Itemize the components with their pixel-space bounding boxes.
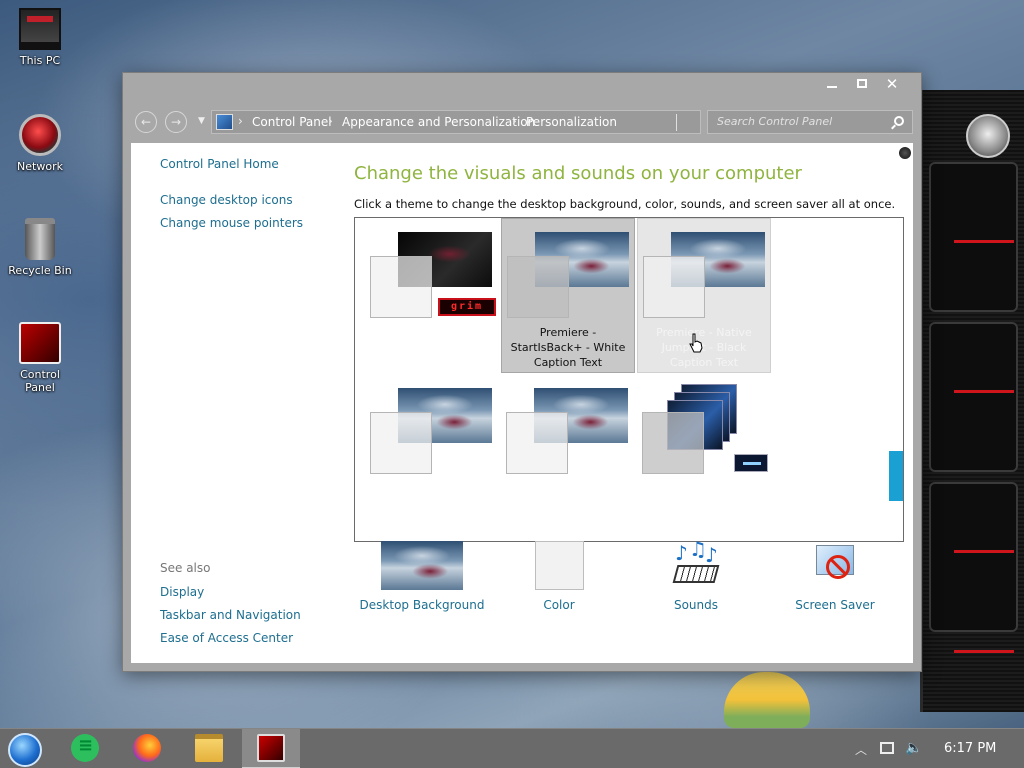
computer-icon xyxy=(19,8,61,50)
color-swatch xyxy=(534,541,584,590)
personalization-window: ✕ ← → ▼ › Control Panel › Appearance and… xyxy=(122,72,922,672)
sounds-button[interactable]: ♪ ♫ ♪ Sounds xyxy=(631,537,761,612)
breadcrumb-appearance[interactable]: Appearance and Personalization xyxy=(342,115,535,129)
start-button[interactable] xyxy=(0,729,58,768)
taskbar-firefox[interactable] xyxy=(118,729,176,768)
desktop-icon-label: Network xyxy=(17,160,63,173)
theme-label: Premiere - StartIsBack+ - White Caption … xyxy=(510,326,626,369)
close-icon: ✕ xyxy=(885,75,899,93)
recent-locations-chevron-icon[interactable]: ▼ xyxy=(198,116,205,126)
navigation-bar: ← → ▼ › Control Panel › Appearance and P… xyxy=(123,109,921,135)
theme-screen-saver-preview xyxy=(734,454,768,472)
link-change-mouse-pointers[interactable]: Change mouse pointers xyxy=(160,216,303,230)
taskbar: ︿ 🔈 6:17 PM xyxy=(0,728,1024,768)
control-panel-icon xyxy=(257,734,285,762)
address-divider xyxy=(676,114,677,131)
link-change-desktop-icons[interactable]: Change desktop icons xyxy=(160,193,293,207)
volume-icon[interactable]: 🔈 xyxy=(905,740,922,756)
desktop-icon-this-pc[interactable]: This PC xyxy=(4,8,76,67)
chevron-right-icon: › xyxy=(238,114,243,128)
theme-item[interactable] xyxy=(637,380,771,535)
theme-color-preview xyxy=(507,256,569,318)
maximize-icon xyxy=(857,79,867,88)
link-ease-of-access[interactable]: Ease of Access Center xyxy=(160,631,293,645)
link-display[interactable]: Display xyxy=(160,585,204,599)
theme-item[interactable]: grim xyxy=(365,224,499,379)
screen-saver-icon xyxy=(810,541,860,590)
alien-logo-icon xyxy=(966,114,1010,158)
control-panel-icon xyxy=(19,322,61,364)
breadcrumb-control-panel[interactable]: Control Panel xyxy=(252,115,332,129)
theme-item[interactable] xyxy=(365,380,499,535)
arrow-right-icon: → xyxy=(170,115,182,129)
hand-cursor-icon xyxy=(689,333,703,353)
taskbar-control-panel[interactable] xyxy=(242,729,300,768)
link-control-panel-home[interactable]: Control Panel Home xyxy=(160,157,279,171)
theme-label: Premiere - Native Jumplist - Black Capti… xyxy=(656,326,752,369)
theme-color-preview xyxy=(643,256,705,318)
theme-color-preview xyxy=(642,412,704,474)
start-orb-icon xyxy=(8,733,42,767)
forward-button[interactable]: → xyxy=(165,111,187,133)
option-label: Desktop Background xyxy=(359,598,485,612)
chevron-right-icon: › xyxy=(328,114,333,128)
theme-list: grim Premiere - StartIsBack+ - White Cap… xyxy=(354,217,904,542)
taskbar-clock[interactable]: 6:17 PM xyxy=(944,741,996,756)
search-icon[interactable] xyxy=(894,116,904,126)
recycle-bin-icon xyxy=(25,218,55,260)
link-taskbar-navigation[interactable]: Taskbar and Navigation xyxy=(160,608,301,622)
address-bar[interactable]: › Control Panel › Appearance and Persona… xyxy=(211,110,701,134)
minimize-icon xyxy=(827,85,837,88)
title-bar[interactable]: ✕ xyxy=(123,73,921,103)
desktop-icon-recycle-bin[interactable]: Recycle Bin xyxy=(4,218,76,277)
desktop-icon-label: Control Panel xyxy=(20,368,60,394)
see-also-heading: See also xyxy=(160,561,211,575)
theme-color-preview xyxy=(370,256,432,318)
notes-app-icon xyxy=(71,734,99,762)
breadcrumb-personalization[interactable]: Personalization xyxy=(526,115,617,129)
page-subtitle: Click a theme to change the desktop back… xyxy=(354,197,896,211)
network-tray-icon[interactable] xyxy=(880,742,894,754)
option-label: Color xyxy=(543,598,575,612)
option-label: Sounds xyxy=(673,598,719,612)
folder-icon xyxy=(195,734,223,762)
desktop-icon-label: This PC xyxy=(19,54,61,67)
desktop-widget-panel xyxy=(920,90,1024,712)
desktop-icon-network[interactable]: Network xyxy=(4,114,76,173)
desktop-icon-label: Recycle Bin xyxy=(8,264,72,277)
minimize-button[interactable] xyxy=(815,73,849,97)
show-hidden-icons-chevron-icon[interactable]: ︿ xyxy=(855,741,867,758)
theme-item[interactable] xyxy=(501,380,635,535)
close-button[interactable]: ✕ xyxy=(875,73,909,97)
search-placeholder: Search Control Panel xyxy=(717,115,833,128)
control-panel-icon xyxy=(216,114,233,130)
wallpaper-thumbnail xyxy=(381,541,463,590)
theme-color-preview xyxy=(370,412,432,474)
maximize-button[interactable] xyxy=(845,73,879,97)
scrollbar-thumb[interactable] xyxy=(889,451,903,501)
desktop-background-button[interactable]: Desktop Background xyxy=(357,541,487,612)
mascot-character-image xyxy=(724,672,810,728)
screen-saver-button[interactable]: Screen Saver xyxy=(770,541,900,612)
theme-item-hover[interactable]: Premiere - Native Jumplist - Black Capti… xyxy=(637,218,771,373)
content-pane: Control Panel Home Change desktop icons … xyxy=(131,143,913,663)
option-label: Screen Saver xyxy=(795,598,875,612)
back-button[interactable]: ← xyxy=(135,111,157,133)
search-input[interactable]: Search Control Panel xyxy=(707,110,913,134)
sounds-icon: ♪ ♫ ♪ xyxy=(671,537,721,590)
arrow-left-icon: ← xyxy=(140,115,152,129)
color-button[interactable]: Color xyxy=(494,541,624,612)
taskbar-notes[interactable] xyxy=(56,729,114,768)
firefox-icon xyxy=(133,734,161,762)
network-icon xyxy=(19,114,61,156)
page-title: Change the visuals and sounds on your co… xyxy=(354,163,802,184)
theme-color-preview xyxy=(506,412,568,474)
help-icon[interactable] xyxy=(899,147,911,159)
chevron-right-icon: › xyxy=(512,114,517,128)
theme-badge: grim xyxy=(438,298,496,316)
theme-item-selected[interactable]: Premiere - StartIsBack+ - White Caption … xyxy=(501,218,635,373)
taskbar-file-explorer[interactable] xyxy=(180,729,238,768)
desktop-icon-control-panel[interactable]: Control Panel xyxy=(4,322,76,394)
